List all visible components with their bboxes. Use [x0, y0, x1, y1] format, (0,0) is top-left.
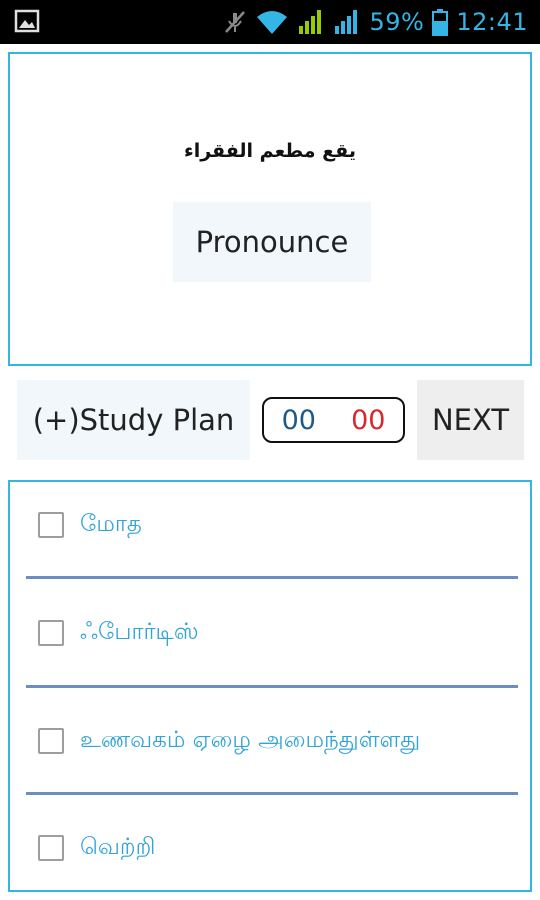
- options-card: மோத ஃபோர்டிஸ் உணவகம் ஏழை அமைந்துள்ளது வெ…: [8, 480, 532, 892]
- signal-icon-2: [335, 10, 358, 34]
- battery-percent: 59%: [369, 8, 425, 36]
- timer-minutes: 00: [281, 404, 316, 436]
- question-card: يقع مطعم الفقراء Pronounce: [8, 52, 532, 366]
- option-2-label[interactable]: ஃபோர்டிஸ்: [80, 619, 199, 648]
- study-plan-button[interactable]: (+)Study Plan: [17, 380, 250, 460]
- option-4[interactable]: வெற்றி: [10, 818, 530, 878]
- status-icons: 59% 12:41: [223, 0, 528, 44]
- option-divider: [26, 685, 518, 688]
- option-4-label[interactable]: வெற்றி: [80, 834, 155, 863]
- option-3-checkbox[interactable]: [38, 728, 64, 754]
- battery-icon: [432, 9, 449, 36]
- gallery-notification: [14, 8, 40, 34]
- clock: 12:41: [456, 8, 528, 36]
- option-3-label[interactable]: உணவகம் ஏழை அமைந்துள்ளது: [80, 727, 420, 756]
- signal-icon: [299, 10, 322, 34]
- question-text: يقع مطعم الفقراء: [184, 140, 356, 162]
- option-2[interactable]: ஃபோர்டிஸ்: [10, 603, 530, 663]
- pronounce-button[interactable]: Pronounce: [173, 202, 371, 282]
- mute-icon: [225, 11, 246, 33]
- timer-seconds: 00: [351, 404, 386, 436]
- option-3[interactable]: உணவகம் ஏழை அமைந்துள்ளது: [10, 711, 530, 771]
- option-2-checkbox[interactable]: [38, 620, 64, 646]
- option-1[interactable]: மோத: [10, 495, 530, 555]
- status-bar: 59% 12:41: [0, 0, 540, 44]
- gallery-icon: [14, 9, 40, 33]
- option-divider: [26, 792, 518, 795]
- option-1-label[interactable]: மோத: [80, 511, 142, 540]
- option-4-checkbox[interactable]: [38, 835, 64, 861]
- option-1-checkbox[interactable]: [38, 512, 64, 538]
- wifi-icon: [257, 11, 288, 34]
- timer: 00 00: [262, 397, 405, 443]
- option-divider: [26, 576, 518, 579]
- next-button[interactable]: NEXT: [417, 380, 524, 460]
